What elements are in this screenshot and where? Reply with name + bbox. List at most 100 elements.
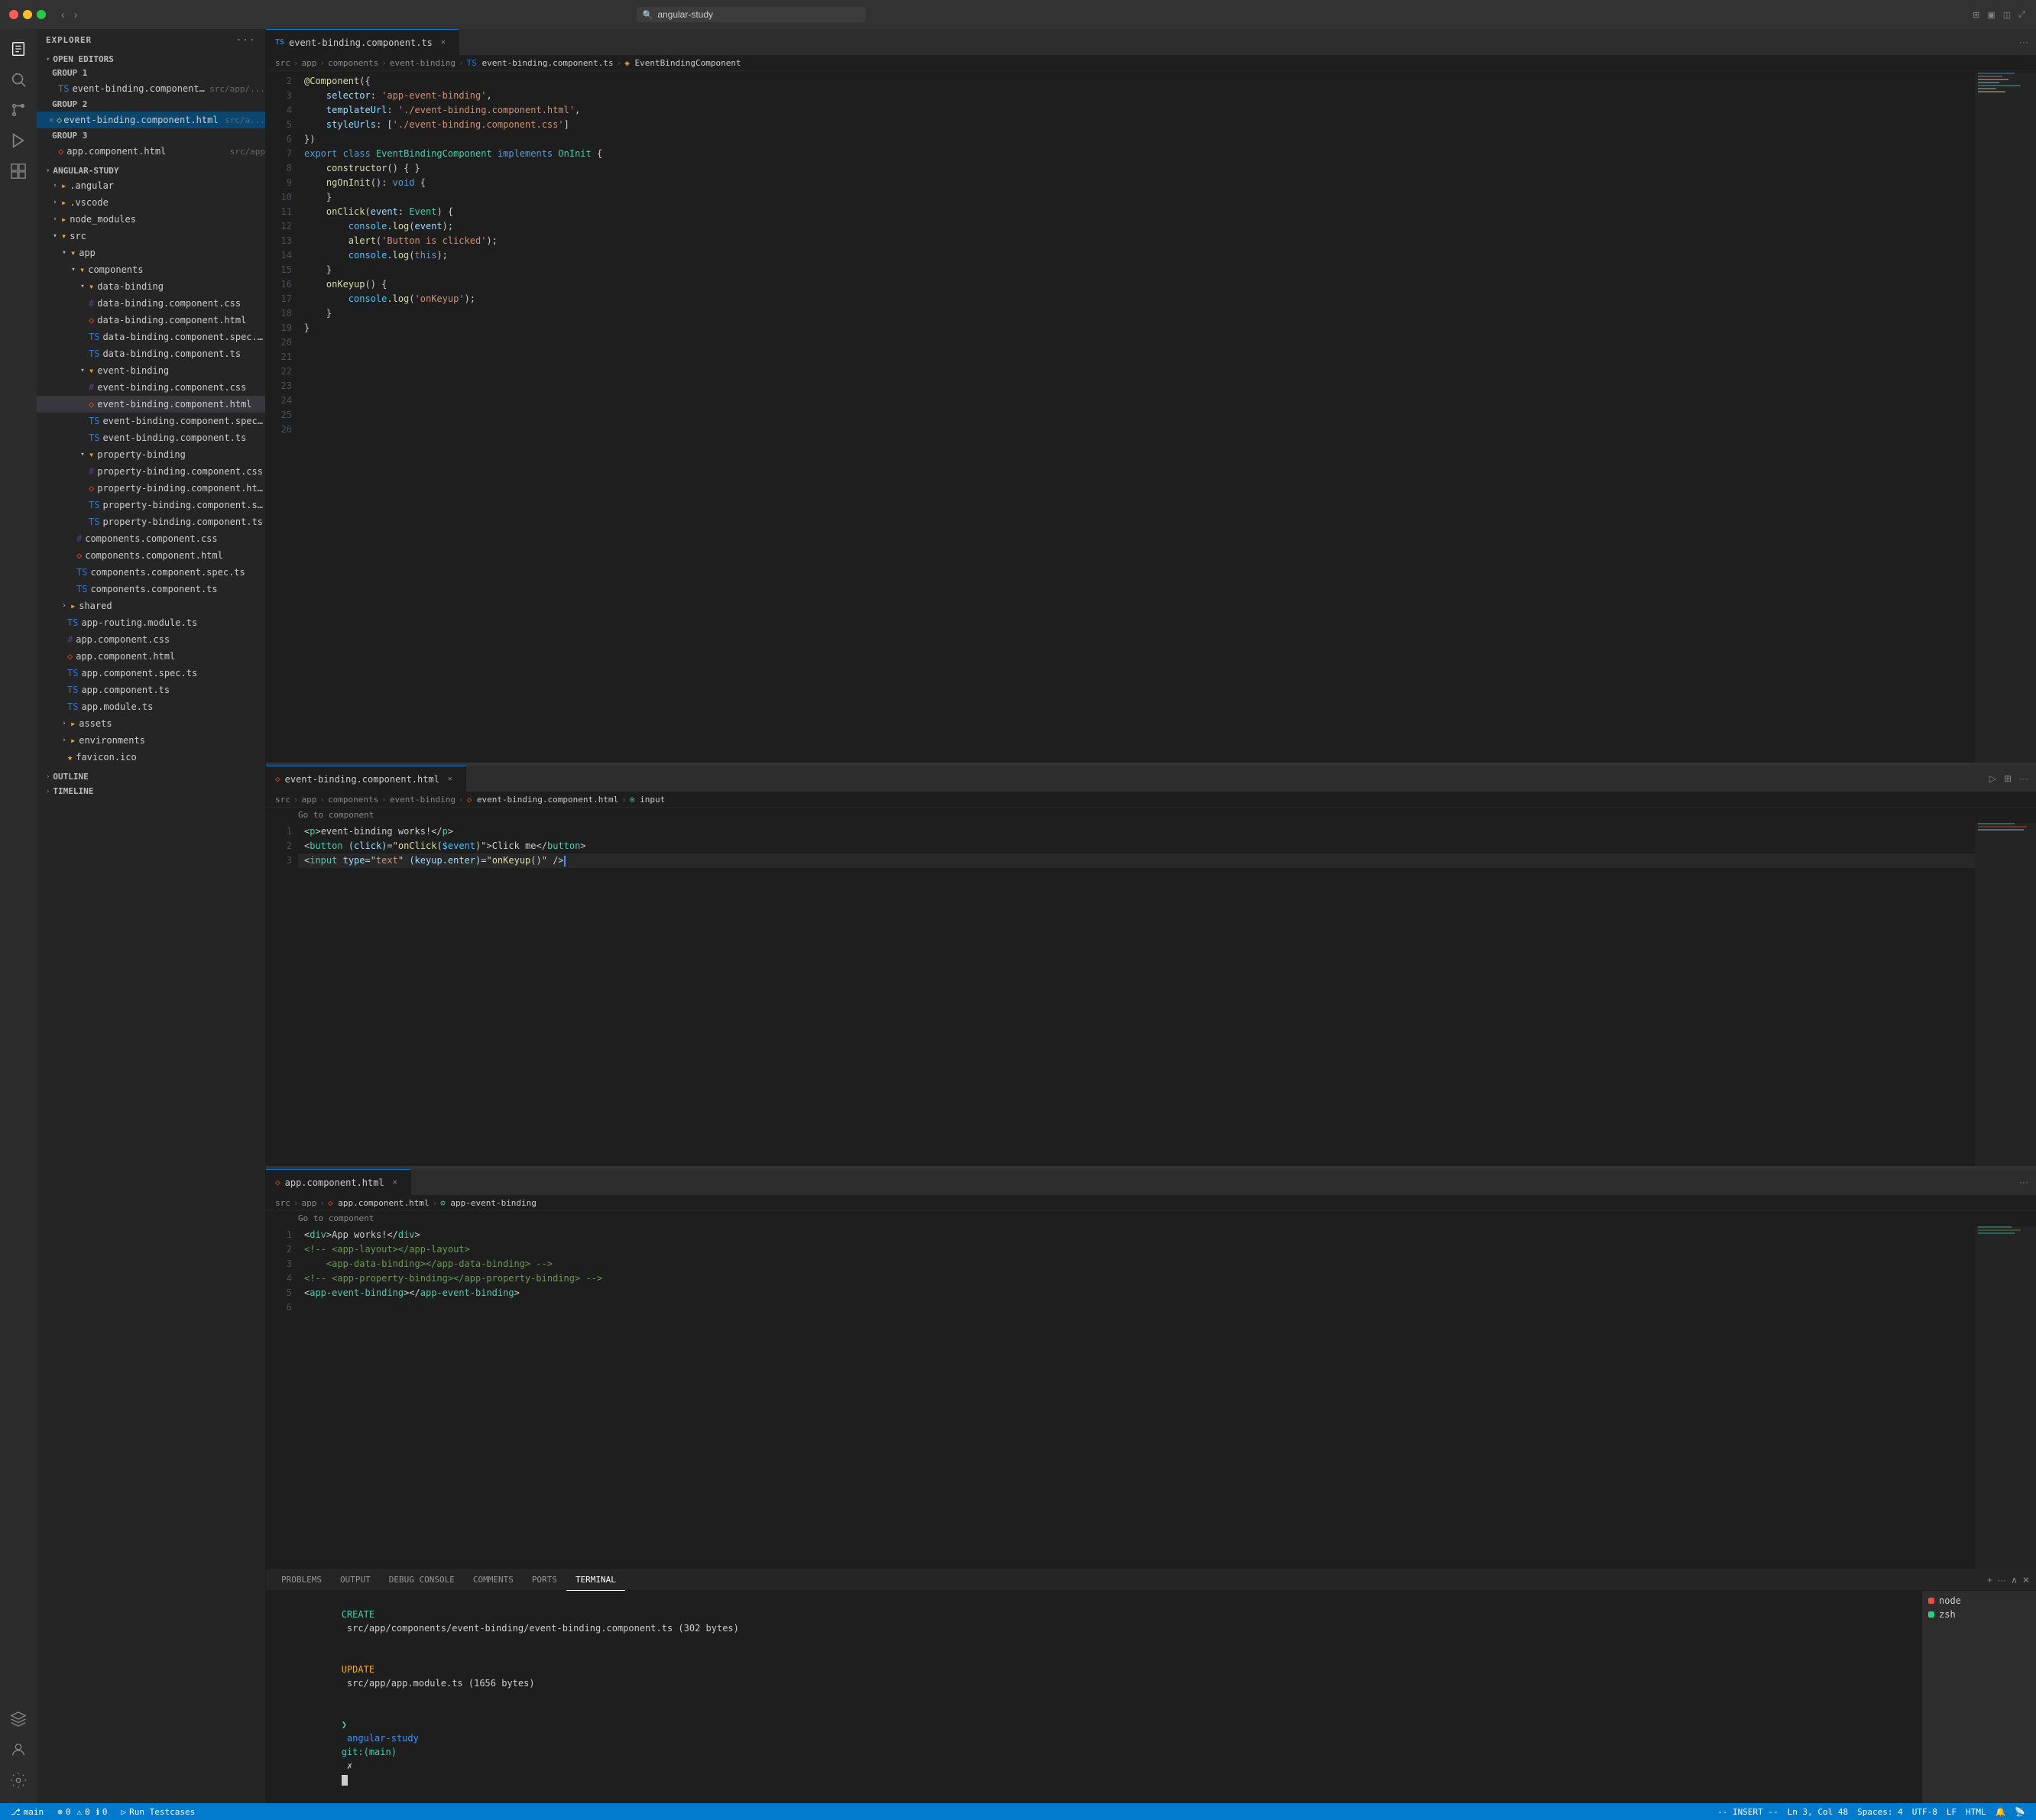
app-folder[interactable]: ▾ ▾ app [37, 245, 265, 261]
event-binding-folder[interactable]: ▾ ▾ event-binding [37, 362, 265, 379]
search-bar[interactable]: 🔍 [637, 7, 866, 22]
tab-ts-close[interactable]: ✕ [437, 37, 449, 49]
panel-tab-problems[interactable]: PROBLEMS [272, 1569, 331, 1591]
line-ending-item[interactable]: LF [1942, 1803, 1961, 1820]
app-component-spec-file[interactable]: TS app.component.spec.ts [37, 665, 265, 682]
tab-html-close[interactable]: ✕ [444, 773, 456, 785]
settings-activity-icon[interactable] [5, 1767, 32, 1794]
panel-tab-comments[interactable]: COMMENTS [464, 1569, 523, 1591]
components-css-file[interactable]: # components.component.css [37, 530, 265, 547]
property-binding-css-file[interactable]: # property-binding.component.css [37, 463, 265, 480]
tab-app-html-close[interactable]: ✕ [389, 1177, 401, 1189]
back-button[interactable]: ‹ [58, 7, 68, 22]
app-module-file[interactable]: TS app.module.ts [37, 698, 265, 715]
source-control-activity-icon[interactable] [5, 96, 32, 124]
ln-col-item[interactable]: Ln 3, Col 48 [1783, 1803, 1853, 1820]
remote-activity-icon[interactable] [5, 1705, 32, 1733]
search-input[interactable] [657, 9, 859, 20]
more-btn-2[interactable]: ··· [2018, 772, 2030, 785]
open-editor-event-binding-html[interactable]: ✕ ◇ event-binding.component.html src/a..… [37, 112, 265, 128]
editor-scroll-2[interactable]: 123 <p>event-binding works!</p> <button … [266, 821, 2036, 1166]
data-binding-html-file[interactable]: ◇ data-binding.component.html [37, 312, 265, 329]
environments-folder[interactable]: › ▸ environments [37, 732, 265, 749]
property-binding-ts-file[interactable]: TS property-binding.component.ts [37, 513, 265, 530]
open-editor-app-html[interactable]: ◇ app.component.html src/app [37, 143, 265, 160]
accounts-activity-icon[interactable] [5, 1736, 32, 1763]
data-binding-ts-file[interactable]: TS data-binding.component.ts [37, 345, 265, 362]
data-binding-folder[interactable]: ▾ ▾ data-binding [37, 278, 265, 295]
debug-activity-icon[interactable] [5, 127, 32, 154]
open-editor-event-binding-ts[interactable]: TS event-binding.component.ts src/app/..… [37, 80, 265, 97]
assets-folder[interactable]: › ▸ assets [37, 715, 265, 732]
forward-button[interactable]: › [71, 7, 81, 22]
tab-event-binding-html[interactable]: ◇ event-binding.component.html ✕ [266, 766, 466, 792]
tab-event-binding-ts[interactable]: TS event-binding.component.ts ✕ [266, 29, 459, 55]
angular-folder[interactable]: › ▸ .angular [37, 177, 265, 194]
go-to-component-2[interactable]: Go to component [266, 808, 2036, 821]
event-binding-spec-file[interactable]: TS event-binding.component.spec.ts [37, 413, 265, 429]
minimize-button[interactable] [23, 10, 32, 19]
property-binding-spec-file[interactable]: TS property-binding.component.spec.ts [37, 497, 265, 513]
language-item[interactable]: HTML [1961, 1803, 1991, 1820]
shared-folder[interactable]: › ▸ shared [37, 597, 265, 614]
broadcast-item[interactable]: 📡 [2010, 1803, 2030, 1820]
event-binding-ts-file[interactable]: TS event-binding.component.ts [37, 429, 265, 446]
encoding-item[interactable]: UTF-8 [1908, 1803, 1942, 1820]
editor-scroll-1[interactable]: 23456 7891011 1213141516 1718192021 2223… [266, 71, 2036, 763]
spaces-item[interactable]: Spaces: 4 [1853, 1803, 1908, 1820]
terminal-more-btn[interactable]: ··· [1997, 1575, 2006, 1585]
zsh-session[interactable]: zsh [1922, 1608, 2036, 1621]
components-ts-file[interactable]: TS components.component.ts [37, 581, 265, 597]
components-spec-file[interactable]: TS components.component.spec.ts [37, 564, 265, 581]
components-folder[interactable]: ▾ ▾ components [37, 261, 265, 278]
app-routing-file[interactable]: TS app-routing.module.ts [37, 614, 265, 631]
outline-section[interactable]: › OUTLINE [37, 769, 265, 783]
panel-toggle-icon[interactable]: ◫ [2002, 8, 2012, 21]
extensions-activity-icon[interactable] [5, 157, 32, 185]
components-html-file[interactable]: ◇ components.component.html [37, 547, 265, 564]
errors-item[interactable]: ⊗ 0 ⚠ 0 ℹ 0 [53, 1803, 112, 1820]
panel-tab-ports[interactable]: PORTS [523, 1569, 566, 1591]
timeline-section[interactable]: › TIMELINE [37, 783, 265, 798]
panel-tab-terminal[interactable]: TERMINAL [566, 1569, 625, 1591]
go-to-component-3[interactable]: Go to component [266, 1211, 2036, 1225]
src-folder[interactable]: ▾ ▾ src [37, 228, 265, 245]
app-component-ts-file[interactable]: TS app.component.ts [37, 682, 265, 698]
notifications-item[interactable]: 🔔 [1991, 1803, 2011, 1820]
close-button[interactable] [9, 10, 18, 19]
property-binding-folder[interactable]: ▾ ▾ property-binding [37, 446, 265, 463]
sidebar-more-button[interactable]: ··· [236, 35, 256, 45]
app-component-html-file[interactable]: ◇ app.component.html [37, 648, 265, 665]
tab-action-more[interactable]: ··· [2018, 35, 2030, 49]
maximize-button[interactable] [37, 10, 46, 19]
run-btn[interactable]: ▷ [1988, 772, 1998, 785]
new-terminal-btn[interactable]: + [1987, 1575, 1992, 1585]
terminal-chevron-btn[interactable]: ∧ [2011, 1575, 2018, 1585]
vscode-folder[interactable]: › ▸ .vscode [37, 194, 265, 211]
close-editor-icon[interactable]: ✕ [49, 116, 53, 125]
code-area-1[interactable]: 23456 7891011 1213141516 1718192021 2223… [266, 71, 2036, 763]
event-binding-css-file[interactable]: # event-binding.component.css [37, 379, 265, 396]
app-component-css-file[interactable]: # app.component.css [37, 631, 265, 648]
tab-app-html[interactable]: ◇ app.component.html ✕ [266, 1169, 411, 1195]
fullscreen-icon[interactable]: ⤢ [2017, 8, 2027, 21]
node-session[interactable]: node [1922, 1594, 2036, 1608]
explorer-activity-icon[interactable] [5, 35, 32, 63]
favicon-file[interactable]: ★ favicon.ico [37, 749, 265, 766]
panel-tab-debug[interactable]: DEBUG CONSOLE [380, 1569, 464, 1591]
terminal-close-btn[interactable]: ✕ [2022, 1575, 2030, 1585]
panel-tab-output[interactable]: OUTPUT [331, 1569, 380, 1591]
sidebar-toggle-icon[interactable]: ▣ [1986, 8, 1996, 21]
search-activity-icon[interactable] [5, 66, 32, 93]
split-btn[interactable]: ⊞ [2002, 772, 2013, 785]
insert-mode-item[interactable]: -- INSERT -- [1713, 1803, 1782, 1820]
code-area-2[interactable]: 123 <p>event-binding works!</p> <button … [266, 821, 2036, 1166]
property-binding-html-file[interactable]: ◇ property-binding.component.html [37, 480, 265, 497]
run-testcases-item[interactable]: ▷ Run Testcases [117, 1803, 200, 1820]
more-btn-3[interactable]: ··· [2018, 1175, 2030, 1189]
event-binding-html-file[interactable]: ◇ event-binding.component.html [37, 396, 265, 413]
code-area-3[interactable]: 123456 <div>App works!</div> <!-- <app-l… [266, 1225, 2036, 1569]
editor-scroll-3[interactable]: 123456 <div>App works!</div> <!-- <app-l… [266, 1225, 2036, 1569]
data-binding-spec-file[interactable]: TS data-binding.component.spec.ts [37, 329, 265, 345]
layout-icon[interactable]: ⊞ [1971, 8, 1981, 21]
